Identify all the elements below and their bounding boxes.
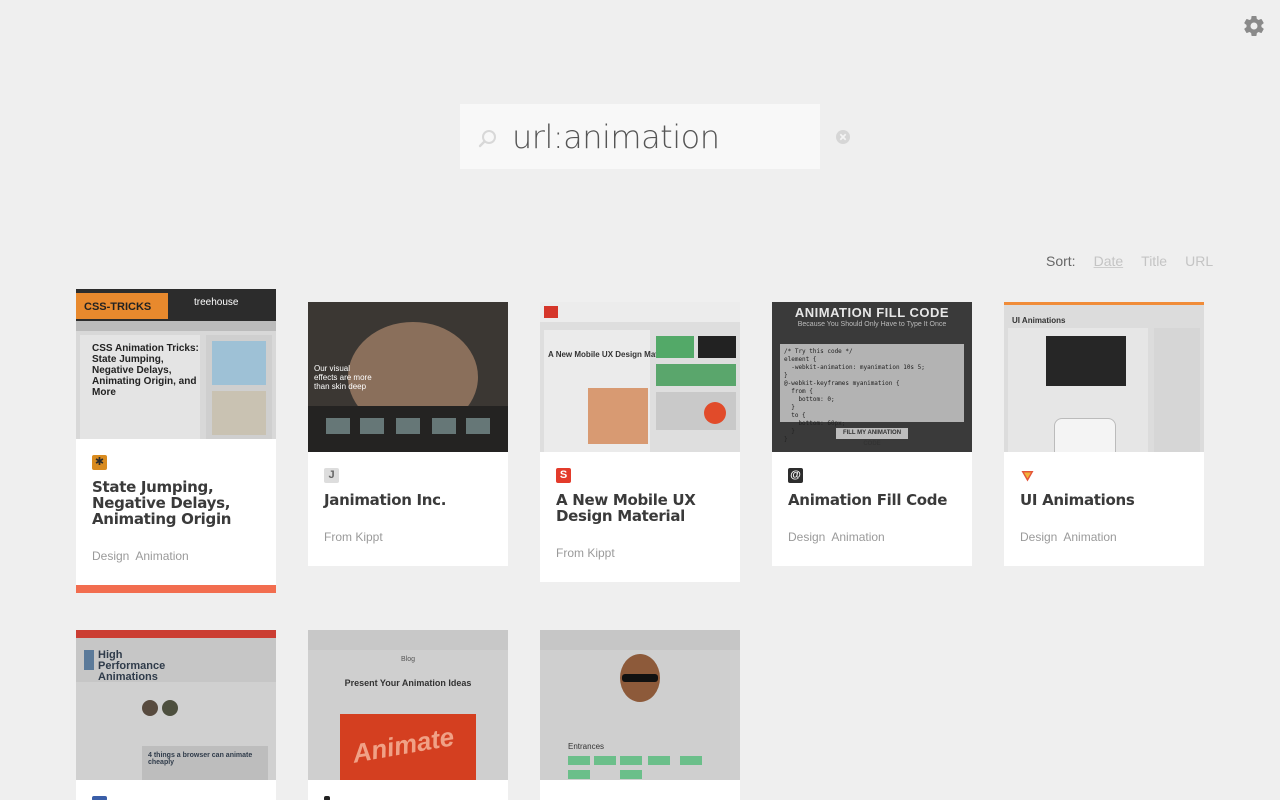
card-source: From Kippt <box>324 530 383 544</box>
card-tags: Design Animation <box>92 549 260 563</box>
thumb-section: Blog <box>400 656 415 663</box>
card-title: State Jumping, Negative Delays, Animatin… <box>92 478 232 528</box>
tag[interactable]: Design <box>92 549 129 563</box>
card-source: From Kippt <box>556 546 615 560</box>
card-thumbnail: ANIMATION FILL CODE Because You Should O… <box>772 302 972 452</box>
tag[interactable]: Animation <box>135 549 188 563</box>
card-title: Janimation Inc. <box>324 491 447 509</box>
thumb-site-logo: CSS-TRICKS <box>84 301 152 313</box>
card-thumbnail: High Performance Animations 4 things a b… <box>76 630 276 780</box>
bookmark-card[interactable]: Blog Present Your Animation Ideas Animat… <box>308 630 508 800</box>
card-thumbnail: Our visual effects are more than skin de… <box>308 302 508 452</box>
thumb-text: Our visual effects are more than skin de… <box>314 364 372 391</box>
card-tags: Design Animation <box>788 530 956 544</box>
active-indicator <box>76 585 276 593</box>
s-icon: S <box>556 468 571 483</box>
search-input[interactable] <box>512 112 802 162</box>
bookmark-card[interactable]: A New Mobile UX Design Material S A New … <box>540 302 740 582</box>
thumb-subtitle: Because You Should Only Have to Type It … <box>797 321 947 328</box>
thumb-headline: High Performance Animations <box>98 649 166 683</box>
sort-option-title[interactable]: Title <box>1141 253 1167 269</box>
tag[interactable]: Design <box>788 530 825 544</box>
tag[interactable]: Animation <box>1063 530 1116 544</box>
card-title: A New Mobile UX Design Material <box>556 491 696 525</box>
sort-option-date[interactable]: Date <box>1094 253 1124 269</box>
asterisk-icon: ✱ <box>92 455 107 470</box>
j-icon: J <box>324 468 339 483</box>
card-thumbnail: A New Mobile UX Design Material <box>540 302 740 452</box>
bookmark-favicon <box>324 796 330 800</box>
tag[interactable]: Design <box>1020 530 1057 544</box>
at-icon: @ <box>788 468 803 483</box>
settings-gear-icon[interactable] <box>1242 14 1266 38</box>
card-thumbnail: UI Animations <box>1004 302 1204 452</box>
clear-search-icon[interactable] <box>835 129 851 145</box>
thumb-headline: UI Animations <box>1012 316 1066 325</box>
bookmark-card[interactable]: Our visual effects are more than skin de… <box>308 302 508 566</box>
sort-bar: Sort: Date Title URL <box>1046 253 1213 269</box>
thumb-title: ANIMATION FILL CODE <box>794 305 950 320</box>
thumb-headline: Present Your Animation Ideas <box>344 678 472 688</box>
card-thumbnail: CSS-TRICKS treehouse CSS Animation Trick… <box>76 289 276 439</box>
card-title: UI Animations <box>1020 491 1135 509</box>
bookmark-card[interactable]: High Performance Animations 4 things a b… <box>76 630 276 800</box>
card-tags: Design Animation <box>1020 530 1188 544</box>
bookmark-favicon <box>92 796 107 800</box>
diamond-icon <box>1021 471 1034 482</box>
sort-option-url[interactable]: URL <box>1185 253 1213 269</box>
thumb-box-heading: 4 things a browser can animate cheaply <box>148 752 253 766</box>
bookmark-card[interactable]: ANIMATION FILL CODE Because You Should O… <box>772 302 972 566</box>
bookmark-card[interactable]: CSS-TRICKS treehouse CSS Animation Trick… <box>76 289 276 593</box>
sort-label: Sort: <box>1046 253 1076 269</box>
tag[interactable]: Animation <box>831 530 884 544</box>
card-thumbnail: Entrances <box>540 630 740 780</box>
search-box[interactable] <box>460 104 820 169</box>
thumb-button: FILL MY ANIMATION CODE <box>836 428 908 447</box>
search-icon <box>478 130 496 148</box>
bookmark-card[interactable]: Entrances <box>540 630 740 800</box>
bookmark-card[interactable]: UI Animations UI Animations Design Animat… <box>1004 302 1204 566</box>
card-thumbnail: Blog Present Your Animation Ideas Animat… <box>308 630 508 780</box>
card-title: Animation Fill Code <box>788 491 948 509</box>
thumb-headline: CSS Animation Tricks: State Jumping, Neg… <box>92 343 199 398</box>
thumb-section: Entrances <box>568 742 605 751</box>
thumb-brand: treehouse <box>194 297 239 308</box>
